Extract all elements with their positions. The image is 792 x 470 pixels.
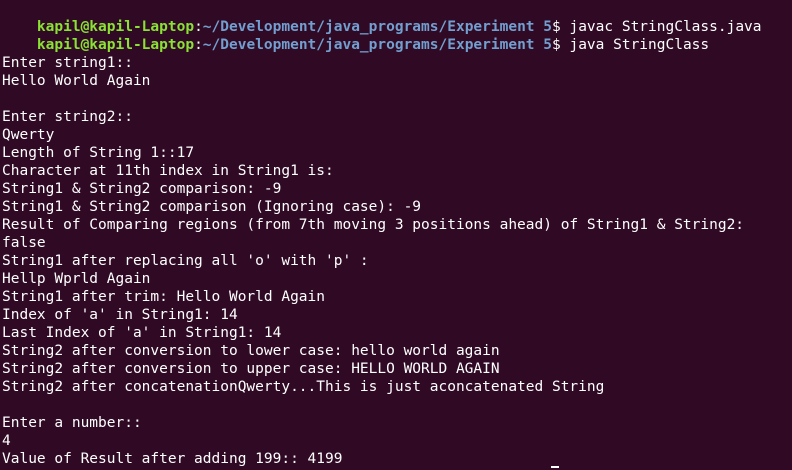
text-cursor xyxy=(551,466,559,468)
output-line: Length of String 1::17 xyxy=(2,145,195,161)
output-line: Hello World Again xyxy=(2,73,151,89)
output-line: 4 xyxy=(2,433,11,449)
prompt-line: kapil@kapil-Laptop:~/Development/java_pr… xyxy=(2,0,792,35)
command-text: javac StringClass.java xyxy=(560,19,762,35)
output-line: Value of Result after adding 199:: 4199 xyxy=(2,451,343,467)
prompt-symbol: $ xyxy=(552,37,561,53)
output-line: Enter string2:: xyxy=(2,109,133,125)
terminal-window[interactable]: kapil@kapil-Laptop:~/Development/java_pr… xyxy=(0,0,792,470)
output-line: Last Index of 'a' in String1: 14 xyxy=(2,325,282,341)
output-line: Hellp Wprld Again xyxy=(2,271,151,287)
output-line: String2 after concatenationQwerty...This… xyxy=(2,379,605,395)
prompt-separator: : xyxy=(194,19,203,35)
prompt-symbol: $ xyxy=(552,19,561,35)
output-line: String1 & String2 comparison: -9 xyxy=(2,181,282,197)
output-line: Qwerty xyxy=(2,127,55,143)
prompt-cwd: ~/Development/java_programs/Experiment 5 xyxy=(202,19,552,35)
prompt-cwd: ~/Development/java_programs/Experiment 5 xyxy=(202,37,552,53)
prompt-user-host: kapil@kapil-Laptop xyxy=(36,19,195,35)
output-line: Character at 11th index in String1 is: xyxy=(2,163,334,179)
output-line: String1 after replacing all 'o' with 'p'… xyxy=(2,253,369,269)
output-line: Enter a number:: xyxy=(2,415,142,431)
prompt-separator: : xyxy=(194,37,203,53)
output-line: Result of Comparing regions (from 7th mo… xyxy=(2,217,745,233)
output-line: Index of 'a' in String1: 14 xyxy=(2,307,238,323)
command-text: java StringClass xyxy=(560,37,710,53)
output-line: false xyxy=(2,235,46,251)
output-line: String1 & String2 comparison (Ignoring c… xyxy=(2,199,422,215)
output-line: String2 after conversion to upper case: … xyxy=(2,361,500,377)
prompt-user-host: kapil@kapil-Laptop xyxy=(36,37,195,53)
output-line: String1 after trim: Hello World Again xyxy=(2,289,326,305)
output-line: String2 after conversion to lower case: … xyxy=(2,343,500,359)
output-line: Enter string1:: xyxy=(2,55,133,71)
